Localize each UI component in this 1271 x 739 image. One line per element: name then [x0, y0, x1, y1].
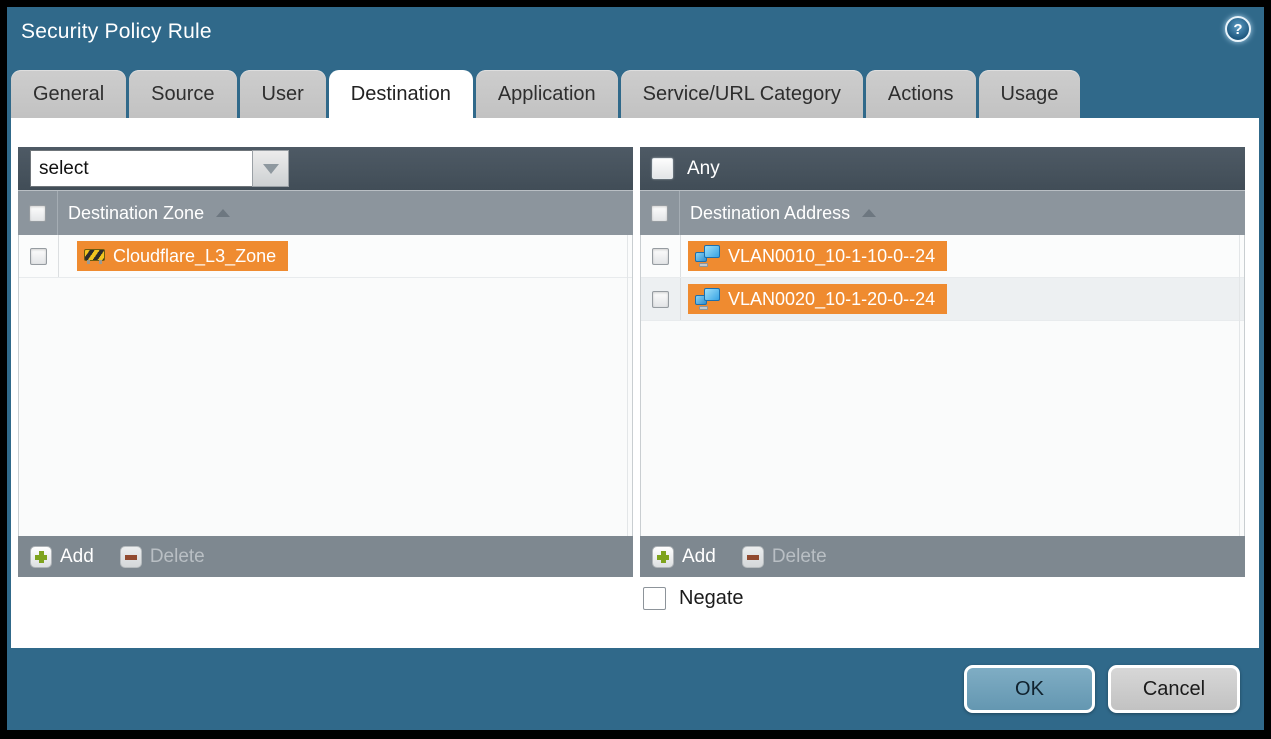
- zone-select-all-checkbox[interactable]: [29, 205, 46, 222]
- address-panel-toolbar: Any: [640, 147, 1245, 190]
- address-item-label: VLAN0020_10-1-20-0--24: [728, 289, 935, 310]
- negate-checkbox[interactable]: [643, 587, 666, 610]
- address-list: VLAN0010_10-1-10-0--24 VLAN0020_10-1-20-…: [640, 235, 1245, 536]
- address-panel-footer: Add Delete: [640, 536, 1245, 577]
- zone-select-input[interactable]: [30, 150, 252, 187]
- ok-button[interactable]: OK: [964, 665, 1095, 713]
- address-column-title: Destination Address: [690, 203, 850, 224]
- zone-select-combobox: [30, 150, 289, 187]
- address-delete-button[interactable]: Delete: [742, 546, 827, 568]
- any-checkbox[interactable]: [652, 158, 673, 179]
- security-policy-rule-dialog: Security Policy Rule ? General Source Us…: [7, 7, 1264, 730]
- zone-item[interactable]: Cloudflare_L3_Zone: [77, 241, 288, 271]
- zone-select-dropdown-button[interactable]: [252, 150, 289, 187]
- negate-option: Negate: [643, 587, 744, 610]
- chevron-down-icon: [263, 164, 279, 174]
- tab-application[interactable]: Application: [476, 70, 618, 118]
- help-icon-glyph: ?: [1233, 21, 1242, 38]
- tab-actions[interactable]: Actions: [866, 70, 976, 118]
- zone-icon: [84, 249, 105, 261]
- address-row-checkbox[interactable]: [652, 248, 669, 265]
- address-column-header: Destination Address: [640, 190, 1245, 235]
- zone-delete-button[interactable]: Delete: [120, 546, 205, 568]
- tab-content-destination: Destination Zone Cloudflare_L3_Zone: [11, 118, 1259, 648]
- address-item-label: VLAN0010_10-1-10-0--24: [728, 246, 935, 267]
- any-label: Any: [687, 158, 720, 180]
- negate-label: Negate: [679, 587, 744, 610]
- tab-general[interactable]: General: [11, 70, 126, 118]
- plus-icon: [30, 546, 52, 568]
- tab-usage[interactable]: Usage: [979, 70, 1081, 118]
- zone-column-title: Destination Zone: [68, 203, 204, 224]
- minus-icon: [120, 546, 142, 568]
- address-item[interactable]: VLAN0010_10-1-10-0--24: [688, 241, 947, 271]
- address-row: VLAN0010_10-1-10-0--24: [641, 235, 1244, 278]
- address-row: VLAN0020_10-1-20-0--24: [641, 278, 1244, 321]
- tab-destination[interactable]: Destination: [329, 70, 473, 118]
- zone-column-header: Destination Zone: [18, 190, 633, 235]
- address-select-all-checkbox[interactable]: [651, 205, 668, 222]
- cancel-button[interactable]: Cancel: [1108, 665, 1240, 713]
- address-icon: [695, 288, 720, 310]
- address-row-checkbox[interactable]: [652, 291, 669, 308]
- sort-ascending-icon[interactable]: [216, 209, 230, 217]
- tab-source[interactable]: Source: [129, 70, 236, 118]
- address-icon: [695, 245, 720, 267]
- tab-service-url-category[interactable]: Service/URL Category: [621, 70, 863, 118]
- tab-bar: General Source User Destination Applicat…: [11, 70, 1080, 118]
- address-item[interactable]: VLAN0020_10-1-20-0--24: [688, 284, 947, 314]
- zone-row-checkbox[interactable]: [30, 248, 47, 265]
- destination-zone-panel: Destination Zone Cloudflare_L3_Zone: [18, 147, 633, 577]
- zone-add-button[interactable]: Add: [30, 546, 94, 568]
- zone-panel-footer: Add Delete: [18, 536, 633, 577]
- destination-address-panel: Any Destination Address: [640, 147, 1245, 577]
- sort-ascending-icon[interactable]: [862, 209, 876, 217]
- minus-icon: [742, 546, 764, 568]
- zone-row: Cloudflare_L3_Zone: [19, 235, 632, 278]
- address-add-button[interactable]: Add: [652, 546, 716, 568]
- zone-panel-toolbar: [18, 147, 633, 190]
- help-icon[interactable]: ?: [1225, 16, 1251, 42]
- plus-icon: [652, 546, 674, 568]
- tab-user[interactable]: User: [240, 70, 326, 118]
- dialog-title: Security Policy Rule: [21, 20, 212, 44]
- zone-list: Cloudflare_L3_Zone: [18, 235, 633, 536]
- zone-item-label: Cloudflare_L3_Zone: [113, 246, 276, 267]
